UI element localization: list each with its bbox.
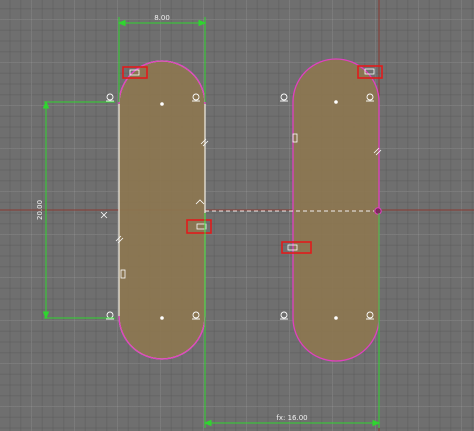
right-top-center-point[interactable] [334,100,338,104]
sketch-canvas[interactable]: 8.00 20.00 fx: 16.00 [0,0,474,431]
origin-point[interactable] [374,207,382,215]
dimension-top-width-label[interactable]: 8.00 [154,14,170,22]
left-bottom-center-point[interactable] [160,316,164,320]
right-bottom-center-point[interactable] [334,316,338,320]
sketch-svg[interactable]: 8.00 20.00 fx: 16.00 [0,0,474,431]
dimension-bottom-offset-label[interactable]: fx: 16.00 [276,414,307,422]
dimension-left-height-label[interactable]: 20.00 [36,200,44,220]
right-slot-profile[interactable] [292,58,380,362]
left-top-center-point[interactable] [160,102,164,106]
